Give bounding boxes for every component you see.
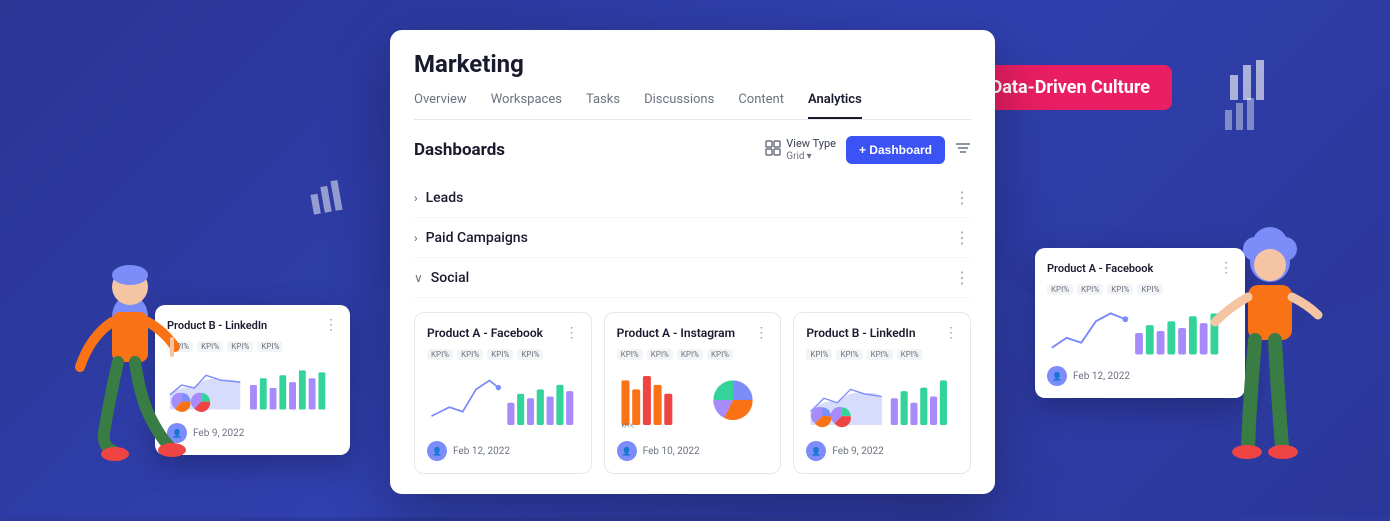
floating-left-menu[interactable]: ⋮ (324, 317, 338, 333)
card-instagram-title: Product A - Instagram (617, 326, 735, 340)
chevron-right-icon: › (414, 191, 418, 205)
card-linkedin-avatar: 👤 (806, 441, 826, 461)
card-linkedin-chart (806, 368, 958, 433)
grid-icon (765, 140, 781, 160)
tab-workspaces[interactable]: Workspaces (491, 92, 562, 119)
card-facebook-title: Product A - Facebook (427, 326, 543, 340)
floating-right-avatar: 👤 (1047, 366, 1067, 386)
figure-right (1190, 197, 1350, 517)
card-instagram-avatar: 👤 (617, 441, 637, 461)
card-header: Marketing Overview Workspaces Tasks Disc… (390, 30, 995, 120)
view-type-control[interactable]: View Type Grid ▾ (765, 138, 836, 161)
paid-campaigns-menu-icon[interactable]: ⋮ (954, 228, 971, 247)
social-menu-icon[interactable]: ⋮ (954, 268, 971, 287)
card-facebook-menu[interactable]: ⋮ (565, 325, 579, 341)
view-type-label: View Type (786, 138, 836, 150)
card-linkedin-date: Feb 9, 2022 (832, 446, 883, 457)
card-linkedin-footer: 👤 Feb 9, 2022 (806, 441, 958, 461)
card-instagram-menu[interactable]: ⋮ (754, 325, 768, 341)
card-facebook-avatar: 👤 (427, 441, 447, 461)
view-type-text: View Type Grid ▾ (786, 138, 836, 161)
floating-right-title: Product A - Facebook (1047, 262, 1153, 275)
card-linkedin-title: Product B - LinkedIn (806, 326, 915, 340)
figure-left (60, 217, 200, 517)
card-facebook-chart (427, 368, 579, 433)
view-type-sub: Grid ▾ (786, 151, 836, 162)
card-linkedin-menu[interactable]: ⋮ (944, 325, 958, 341)
nav-tabs: Overview Workspaces Tasks Discussions Co… (414, 92, 971, 120)
main-card: Marketing Overview Workspaces Tasks Disc… (390, 30, 995, 494)
add-dashboard-button[interactable]: + Dashboard (846, 136, 945, 164)
card-facebook-kpi-row: KPI% KPI% KPI% KPI% (427, 349, 579, 360)
tab-discussions[interactable]: Discussions (644, 92, 714, 119)
chevron-right-icon-2: › (414, 231, 418, 245)
chevron-down-icon-2: ∨ (414, 271, 423, 285)
dashboard-card-instagram: Product A - Instagram ⋮ KPI% KPI% KPI% K… (604, 312, 782, 474)
dashboards-title: Dashboards (414, 140, 505, 160)
tab-tasks[interactable]: Tasks (586, 92, 620, 119)
page-title: Marketing (414, 50, 971, 78)
floating-left-date: Feb 9, 2022 (193, 428, 244, 439)
card-instagram-kpi-row: KPI% KPI% KPI% KPI% (617, 349, 769, 360)
card-instagram-date: Feb 10, 2022 (643, 446, 700, 457)
bar-chart-icon-left (306, 177, 349, 227)
leads-menu-icon[interactable]: ⋮ (954, 188, 971, 207)
svg-text:KPI%: KPI% (621, 424, 633, 430)
chevron-down-icon: ▾ (807, 151, 812, 162)
card-instagram-chart: KPI% (617, 368, 769, 433)
social-label: Social (431, 270, 469, 286)
data-driven-badge: Data-Driven Culture (969, 65, 1172, 110)
dashboard-card-linkedin: Product B - LinkedIn ⋮ KPI% KPI% KPI% KP… (793, 312, 971, 474)
accordion-social: ∨ Social ⋮ (414, 258, 971, 298)
card-facebook-date: Feb 12, 2022 (453, 446, 510, 457)
card-linkedin-kpi-row: KPI% KPI% KPI% KPI% (806, 349, 958, 360)
floating-right-date: Feb 12, 2022 (1073, 371, 1130, 382)
dashboards-controls: View Type Grid ▾ + Dashboard (765, 136, 971, 164)
card-instagram-footer: 👤 Feb 10, 2022 (617, 441, 769, 461)
tab-content[interactable]: Content (738, 92, 784, 119)
accordion-paid-campaigns: › Paid Campaigns ⋮ (414, 218, 971, 258)
filter-icon[interactable] (955, 140, 971, 160)
bar-chart-icon-tr2 (1222, 95, 1260, 140)
tab-analytics[interactable]: Analytics (808, 92, 862, 119)
dashboard-cards-grid: Product A - Facebook ⋮ KPI% KPI% KPI% KP… (414, 312, 971, 474)
paid-campaigns-label: Paid Campaigns (426, 230, 528, 246)
dashboard-card-facebook: Product A - Facebook ⋮ KPI% KPI% KPI% KP… (414, 312, 592, 474)
card-facebook-footer: 👤 Feb 12, 2022 (427, 441, 579, 461)
tab-overview[interactable]: Overview (414, 92, 467, 119)
card-body: Dashboards View Type Grid (390, 120, 995, 494)
badge-text: Data-Driven Culture (991, 77, 1150, 98)
leads-label: Leads (426, 190, 464, 206)
dashboards-header: Dashboards View Type Grid (414, 136, 971, 164)
accordion-leads: › Leads ⋮ (414, 178, 971, 218)
